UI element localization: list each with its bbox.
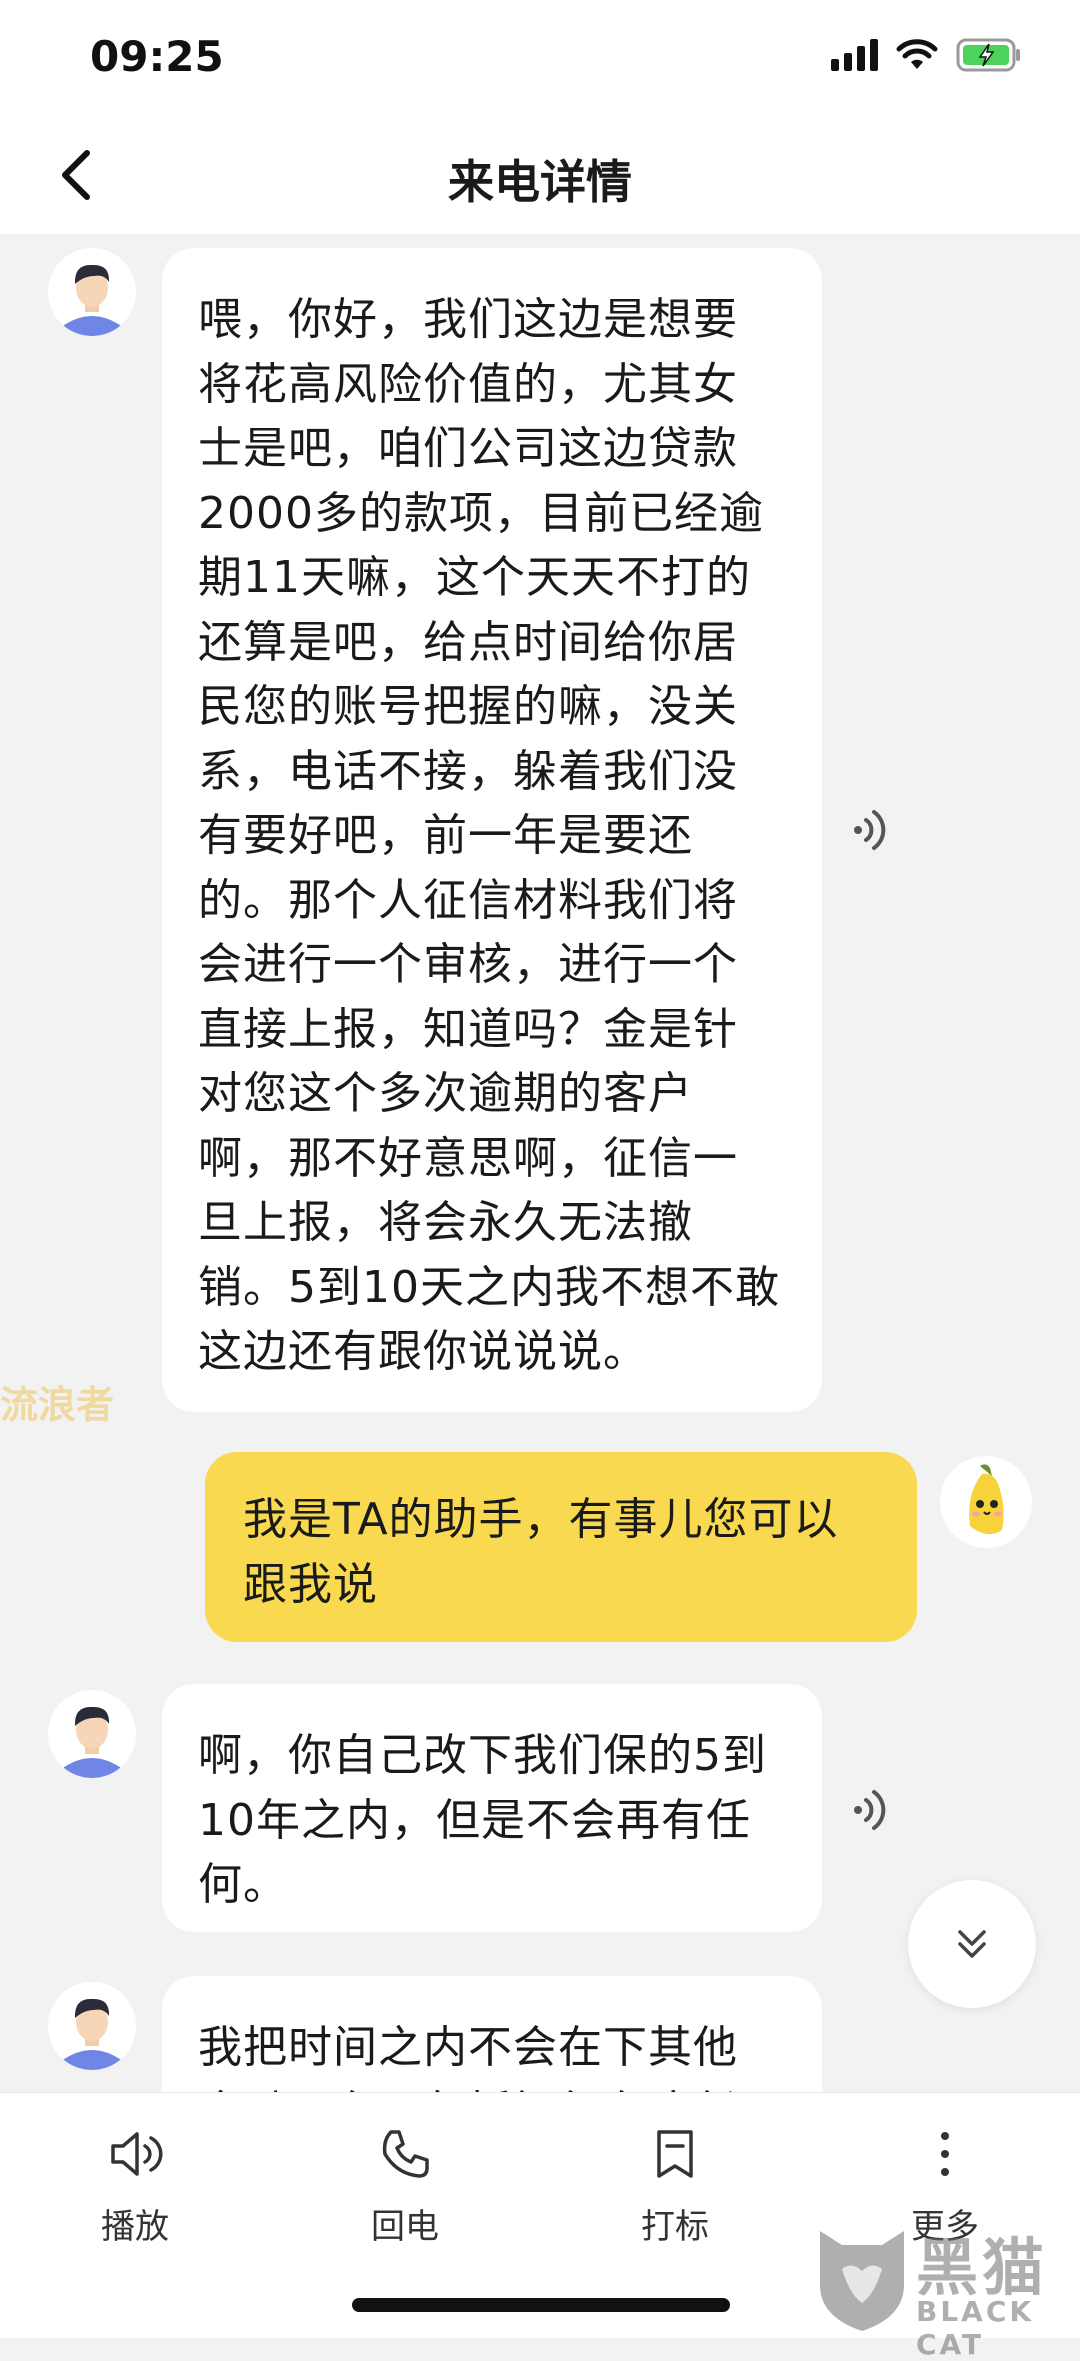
message-text: 啊，你自己改下我们保的5到 10年之内，但是不会再有任 何。 <box>198 1730 767 1910</box>
toolbar-label: 回电 <box>371 2207 439 2247</box>
black-cat-watermark: 黑猫 BLACK CAT <box>808 2215 1080 2361</box>
home-indicator <box>352 2298 730 2312</box>
caller-message-bubble: 我把时间之内不会在下其他 金融平台，包括银行在这任 <box>162 1976 822 2092</box>
banana-mascot-icon <box>940 1456 1032 1548</box>
play-button[interactable]: 播放 <box>55 2123 215 2248</box>
message-text: 我是TA的助手，有事儿您可以 跟我说 <box>243 1494 839 1610</box>
side-watermark: 流浪者 <box>0 1383 115 1427</box>
message-text: 我把时间之内不会在下其他 金融平台，包括银行在这任 <box>198 2022 738 2092</box>
signal-icon <box>831 39 878 71</box>
caller-avatar <box>48 248 136 336</box>
mark-button[interactable]: 打标 <box>595 2123 755 2248</box>
bookmark-icon <box>657 2130 693 2178</box>
caller-avatar <box>48 1982 136 2070</box>
audio-playback-icon[interactable] <box>850 804 892 856</box>
more-icon <box>941 2132 949 2176</box>
scroll-to-bottom-button[interactable] <box>908 1880 1036 2008</box>
cat-shield-logo-icon <box>820 2231 904 2331</box>
status-time: 09:25 <box>90 32 224 81</box>
message-text: 喂，你好，我们这边是想要 将花高风险价值的，尤其女 士是吧，咱们公司这边贷款 2… <box>198 294 780 1377</box>
double-chevron-down-icon <box>958 1930 986 1958</box>
chat-area[interactable]: 喂，你好，我们这边是想要 将花高风险价值的，尤其女 士是吧，咱们公司这边贷款 2… <box>0 234 1080 2092</box>
caller-avatar <box>48 1690 136 1778</box>
man-avatar-icon <box>48 1690 136 1778</box>
audio-playback-icon[interactable] <box>850 1784 892 1836</box>
caller-message-bubble: 喂，你好，我们这边是想要 将花高风险价值的，尤其女 士是吧，咱们公司这边贷款 2… <box>162 248 822 1412</box>
speaker-icon <box>111 2132 163 2176</box>
call-back-button[interactable]: 回电 <box>325 2123 485 2248</box>
status-bar: 09:25 <box>0 0 1080 118</box>
phone-icon <box>382 2130 429 2178</box>
caller-message-bubble: 啊，你自己改下我们保的5到 10年之内，但是不会再有任 何。 <box>162 1684 822 1932</box>
watermark-text-cn: 黑猫 <box>916 2231 1049 2304</box>
assistant-avatar <box>940 1456 1032 1548</box>
toolbar-label: 播放 <box>101 2207 169 2247</box>
status-icons <box>831 38 1022 72</box>
toolbar-label: 打标 <box>641 2207 709 2247</box>
man-avatar-icon <box>48 1982 136 2070</box>
nav-bar: 来电详情 <box>0 118 1080 234</box>
man-avatar-icon <box>48 248 136 336</box>
watermark-text-en: BLACK CAT <box>916 2295 1035 2361</box>
page-title: 来电详情 <box>448 155 632 209</box>
wifi-icon <box>896 39 938 71</box>
assistant-message-bubble: 我是TA的助手，有事儿您可以 跟我说 <box>205 1452 917 1642</box>
battery-charging-icon <box>956 38 1022 72</box>
